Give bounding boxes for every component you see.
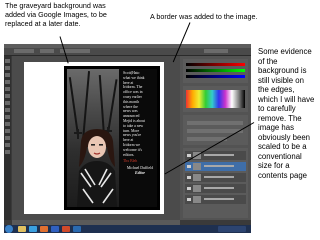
crop-tool-icon[interactable] [5,80,10,84]
browser-icon[interactable] [29,226,37,232]
shape-tool-icon[interactable] [5,136,10,140]
powerpoint-icon[interactable] [62,226,70,232]
editor-label: Editor [135,170,145,175]
lasso-tool-icon[interactable] [5,73,10,77]
color-panel[interactable] [183,59,248,83]
magazine-page: Scott(Hato what we think here at Iridorm… [64,66,160,210]
red-highlight-line: Thx Bleh [123,159,138,164]
type-tool-icon[interactable] [5,129,10,133]
annotation-edges-note: Some evidence of the background is still… [258,47,315,180]
document-canvas-area[interactable]: Scott(Hato what we think here at Iridorm… [12,56,180,220]
photoshop-icon[interactable] [73,226,81,232]
cover-line: editors. [123,152,135,157]
media-player-icon[interactable] [40,226,48,232]
brush-tool-icon[interactable] [5,94,10,98]
explorer-icon[interactable] [18,226,26,232]
model-photo [77,129,117,207]
layer-row[interactable] [185,184,246,193]
annotation-background-note: The graveyard background was added via G… [5,1,107,28]
marquee-tool-icon[interactable] [5,66,10,70]
layer-row[interactable] [185,173,246,182]
word-icon[interactable] [51,226,59,232]
eyedropper-tool-icon[interactable] [5,87,10,91]
tools-panel[interactable] [4,56,11,220]
layer-row[interactable] [185,195,246,204]
gradient-tool-icon[interactable] [5,115,10,119]
right-panels [180,56,251,220]
move-tool-icon[interactable] [5,59,10,63]
windows-taskbar [4,225,251,233]
pen-tool-icon[interactable] [5,122,10,126]
contents-text-column: Scott(Hato what we think here at Iridorm… [123,71,157,207]
canvas-page[interactable]: Scott(Hato what we think here at Iridorm… [24,62,164,214]
system-tray-icon[interactable] [218,226,246,232]
options-bar[interactable] [4,48,251,56]
torso [77,161,117,207]
annotation-border-note: A border was added to the image. [150,12,258,21]
layers-panel[interactable] [183,148,248,218]
layer-row[interactable] [185,162,246,171]
hand-tool-icon[interactable] [5,143,10,147]
start-button-icon[interactable] [5,225,13,233]
eraser-tool-icon[interactable] [5,108,10,112]
face [88,136,106,158]
photoshop-window: Scott(Hato what we think here at Iridorm… [4,44,251,233]
swatches-panel[interactable] [183,86,248,112]
zoom-tool-icon[interactable] [5,150,10,154]
stamp-tool-icon[interactable] [5,101,10,105]
